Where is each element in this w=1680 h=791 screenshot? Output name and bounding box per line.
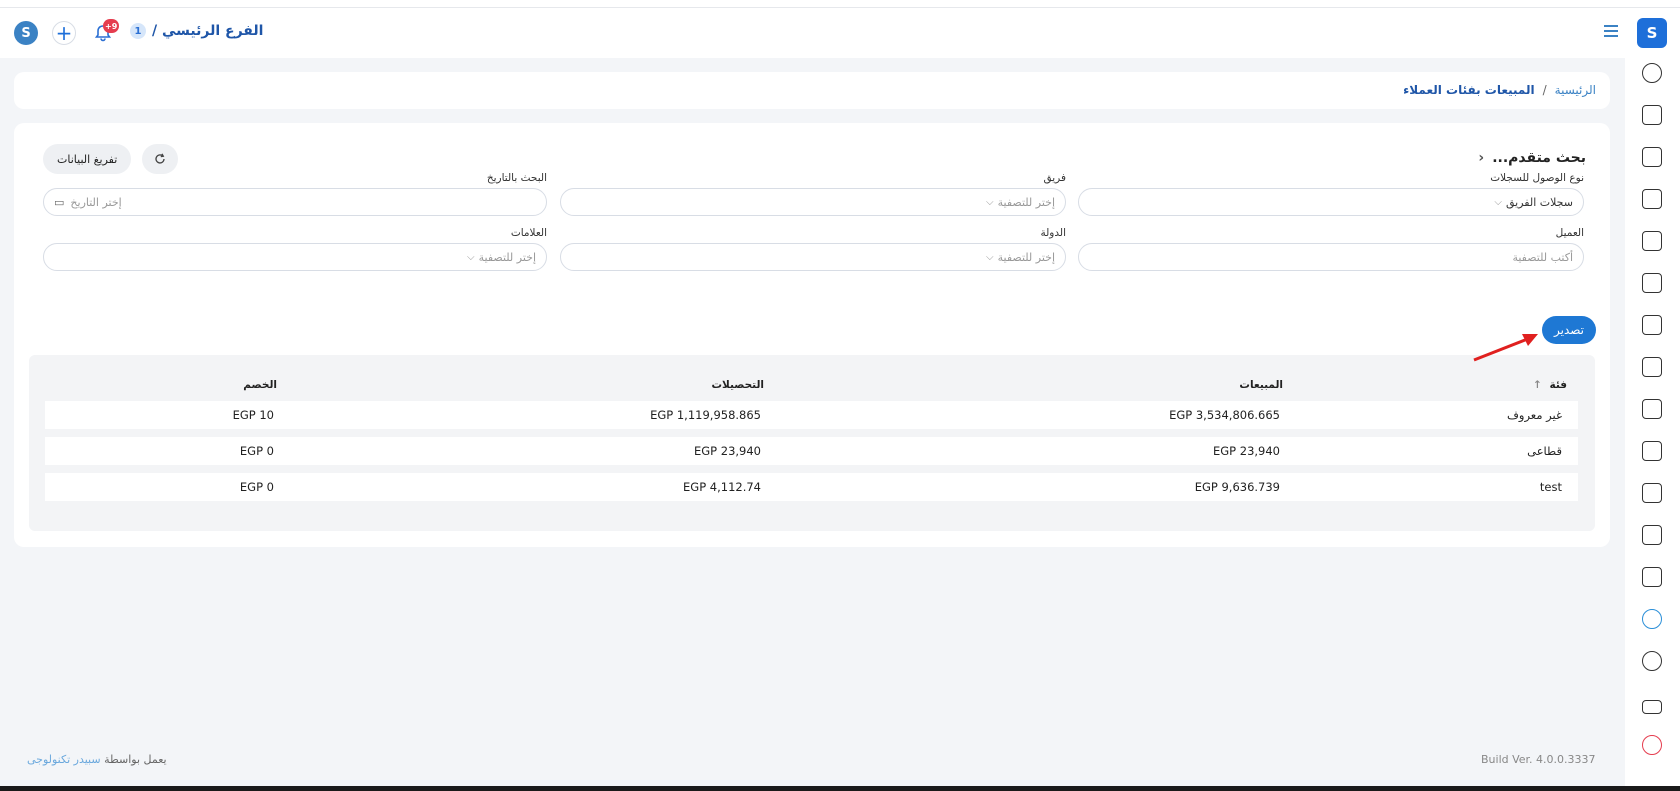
cell-category: test xyxy=(1539,480,1562,494)
document-edit-icon[interactable] xyxy=(1642,231,1662,251)
cell-discount: EGP 0 xyxy=(239,444,274,458)
tags-label: العلامات xyxy=(510,227,547,239)
app-logo-icon[interactable]: S xyxy=(14,21,38,45)
sales-table: فئة ↑ المبيعات التحصيلات الخصم غير معروف… xyxy=(29,355,1595,531)
country-placeholder: إختر للتصفية xyxy=(997,250,1055,264)
breadcrumb-separator: / xyxy=(1542,83,1547,97)
inventory-icon[interactable] xyxy=(1642,147,1662,167)
cell-sales: EGP 9,636.739 xyxy=(1194,480,1280,494)
user-document-icon[interactable] xyxy=(1642,567,1662,587)
table-row: test EGP 9,636.739 EGP 4,112.74 EGP 0 xyxy=(45,473,1578,501)
customer-placeholder: أكتب للتصفية xyxy=(1512,250,1573,264)
column-category-label: فئة xyxy=(1549,379,1567,391)
breadcrumb: الرئيسية / المبيعات بفئات العملاء xyxy=(1403,83,1596,97)
chevron-down-icon: ⌵ xyxy=(467,251,475,263)
build-version: Build Ver. 4.0.0.3337 xyxy=(1481,753,1596,766)
team-placeholder: إختر للتصفية xyxy=(997,195,1055,209)
tags-placeholder: إختر للتصفية xyxy=(478,250,536,264)
cell-discount: EGP 10 xyxy=(232,408,274,422)
team-select[interactable]: إختر للتصفية ⌵ xyxy=(560,188,1066,216)
breadcrumb-home-link[interactable]: الرئيسية xyxy=(1555,83,1596,97)
cell-sales: EGP 3,534,806.665 xyxy=(1169,408,1280,422)
access-type-value: سجلات الفريق xyxy=(1505,195,1573,209)
date-field[interactable]: ▭ إختر التاريخ xyxy=(43,188,547,216)
table-row: قطاعى EGP 23,940 EGP 23,940 EGP 0 xyxy=(45,437,1578,465)
chevron-down-icon: ⌵ xyxy=(1494,196,1502,208)
dashboard-icon[interactable] xyxy=(1642,63,1662,83)
customer-label: العميل xyxy=(1555,227,1584,239)
access-type-label: نوع الوصول للسجلات xyxy=(1490,172,1584,184)
sort-arrow-up-icon: ↑ xyxy=(1533,379,1542,391)
document-attach-icon[interactable] xyxy=(1642,357,1662,377)
screen-icon[interactable] xyxy=(1642,700,1662,714)
cell-sales: EGP 23,940 xyxy=(1212,444,1280,458)
refresh-button[interactable] xyxy=(142,144,178,174)
branch-label: الفرع الرئيسي / xyxy=(152,23,264,39)
document-add-icon[interactable] xyxy=(1642,483,1662,503)
add-new-button[interactable]: + xyxy=(52,21,76,45)
powered-by-footer: يعمل بواسطة سبيدر تكنولوجى xyxy=(27,753,167,766)
tags-select[interactable]: إختر للتصفية ⌵ xyxy=(43,243,547,271)
advanced-search-title: بحث متقدم... xyxy=(1492,150,1586,166)
table-row: غير معروف EGP 3,534,806.665 EGP 1,119,95… xyxy=(45,401,1578,429)
date-label: البحث بالتاريخ xyxy=(486,172,547,184)
branch-number: 1 xyxy=(130,23,146,39)
taskbar-edge xyxy=(0,786,1680,791)
cell-collections: EGP 1,119,958.865 xyxy=(650,408,761,422)
settings-gear-icon[interactable] xyxy=(1642,651,1662,671)
chevron-down-icon: ⌵ xyxy=(986,196,994,208)
user-settings-icon[interactable] xyxy=(1642,441,1662,461)
document-code-icon[interactable] xyxy=(1642,189,1662,209)
column-header-sales[interactable]: المبيعات xyxy=(1239,379,1283,391)
menu-toggle-icon[interactable] xyxy=(1604,25,1618,37)
breadcrumb-current: المبيعات بفئات العملاء xyxy=(1403,83,1535,97)
column-header-collections[interactable]: التحصيلات xyxy=(711,379,764,391)
power-icon[interactable] xyxy=(1642,735,1662,755)
document-link-icon[interactable] xyxy=(1642,315,1662,335)
breadcrumb-card: الرئيسية / المبيعات بفئات العملاء xyxy=(14,72,1610,109)
company-link[interactable]: سبيدر تكنولوجى xyxy=(27,753,101,766)
cell-category: غير معروف xyxy=(1506,408,1562,422)
calendar-icon: ▭ xyxy=(54,195,65,209)
chevron-left-icon: ‹ xyxy=(1478,150,1485,166)
invoice-icon[interactable] xyxy=(1642,105,1662,125)
document-list-icon[interactable] xyxy=(1642,273,1662,293)
branch-selector[interactable]: الفرع الرئيسي / 1 xyxy=(130,23,263,39)
team-label: فريق xyxy=(1043,172,1067,184)
refresh-icon xyxy=(155,153,165,164)
advanced-search-toggle[interactable]: بحث متقدم... ‹ xyxy=(1478,150,1586,166)
column-header-category[interactable]: فئة ↑ xyxy=(1533,379,1567,391)
export-button[interactable]: تصدير xyxy=(1542,316,1596,344)
access-type-select[interactable]: سجلات الفريق ⌵ xyxy=(1078,188,1584,216)
cell-collections: EGP 23,940 xyxy=(693,444,761,458)
sidebar: S xyxy=(1625,8,1680,791)
sidebar-logo-icon[interactable]: S xyxy=(1637,18,1667,48)
column-header-discount[interactable]: الخصم xyxy=(243,379,277,391)
powered-by-text: يعمل بواسطة xyxy=(104,753,167,766)
cell-discount: EGP 0 xyxy=(239,480,274,494)
date-placeholder: إختر التاريخ xyxy=(70,195,122,209)
main-card: بحث متقدم... ‹ تفريغ البيانات نوع الوصول… xyxy=(14,123,1610,547)
country-select[interactable]: إختر للتصفية ⌵ xyxy=(560,243,1066,271)
annotation-arrow-icon xyxy=(1473,334,1538,362)
reports-chart-icon[interactable] xyxy=(1642,609,1662,629)
country-label: الدولة xyxy=(1040,227,1066,239)
customer-input[interactable]: أكتب للتصفية xyxy=(1078,243,1584,271)
cell-category: قطاعى xyxy=(1527,444,1562,458)
screen-card-icon[interactable] xyxy=(1642,399,1662,419)
window-top-edge xyxy=(0,0,1680,8)
notification-badge: +9 xyxy=(103,19,120,33)
clear-data-button[interactable]: تفريغ البيانات xyxy=(43,144,132,174)
chevron-down-icon: ⌵ xyxy=(986,251,994,263)
cell-collections: EGP 4,112.74 xyxy=(683,480,761,494)
cash-icon[interactable] xyxy=(1642,525,1662,545)
